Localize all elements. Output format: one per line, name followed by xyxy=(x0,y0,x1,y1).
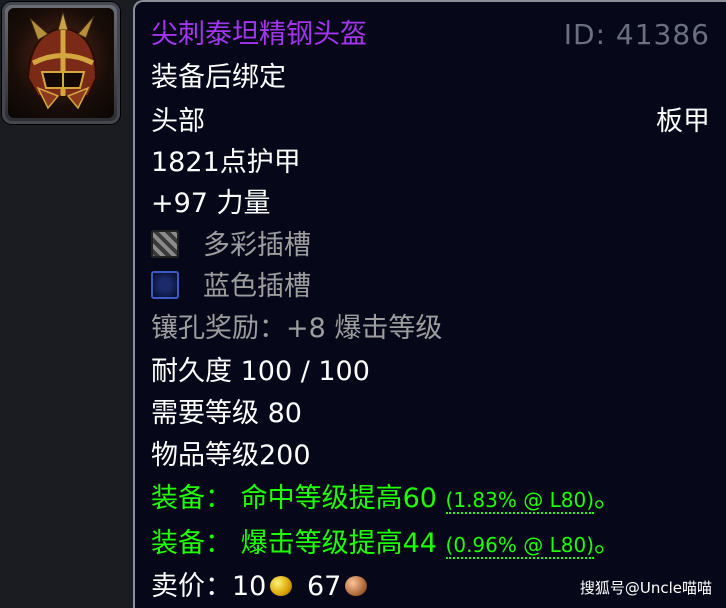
socket-label: 多彩插槽 xyxy=(203,230,311,261)
socket-bonus: 镶孔奖励：+8 爆击等级 xyxy=(151,313,443,344)
watermark: 搜狐号@Uncle喵喵 xyxy=(579,579,712,597)
socket-blue: 蓝色插槽 xyxy=(151,268,311,306)
silver-coin-icon xyxy=(345,575,368,596)
blue-socket-icon xyxy=(151,270,179,299)
equip-effect-crit: 装备： 爆击等级提高44 (0.96% @ L80)。 xyxy=(151,525,621,563)
silver-amount: 67 xyxy=(306,571,342,602)
durability: 耐久度 100 / 100 xyxy=(151,356,370,387)
item-name: 尖刺泰坦精钢头盔 xyxy=(151,19,367,50)
socket-prismatic: 多彩插槽 xyxy=(151,227,311,265)
equip-prefix: 装备： xyxy=(151,528,232,559)
armor-value: 1821点护甲 xyxy=(151,147,301,178)
equip-prefix: 装备： xyxy=(151,483,232,514)
gold-amount: 10 xyxy=(232,571,267,602)
item-id: ID: 41386 xyxy=(563,18,710,51)
item-icon-frame[interactable] xyxy=(2,2,120,124)
equip-text: 爆击等级提高44 xyxy=(240,528,437,559)
bind-type: 装备后绑定 xyxy=(151,62,286,93)
equip-end: 。 xyxy=(594,483,621,514)
equip-note: (0.96% @ L80) xyxy=(445,533,594,559)
prismatic-socket-icon xyxy=(151,229,179,258)
item-slot: 头部 xyxy=(151,106,205,137)
required-level: 需要等级 80 xyxy=(151,398,302,429)
equip-end: 。 xyxy=(594,528,621,559)
item-tooltip: 尖刺泰坦精钢头盔 ID: 41386 装备后绑定 头部 板甲 1821点护甲 +… xyxy=(133,0,726,608)
equip-text: 命中等级提高60 xyxy=(240,483,437,514)
stat-strength: +97 力量 xyxy=(151,188,271,219)
gold-coin-icon xyxy=(270,575,293,596)
item-level: 物品等级200 xyxy=(151,440,311,471)
sell-price: 卖价：10 67 xyxy=(151,568,373,606)
helmet-icon xyxy=(8,8,114,118)
armor-type: 板甲 xyxy=(656,106,710,137)
equip-effect-hit: 装备： 命中等级提高60 (1.83% @ L80)。 xyxy=(151,480,621,518)
equip-note: (1.83% @ L80) xyxy=(445,488,594,514)
sell-label: 卖价： xyxy=(151,571,232,602)
socket-label: 蓝色插槽 xyxy=(203,271,311,302)
